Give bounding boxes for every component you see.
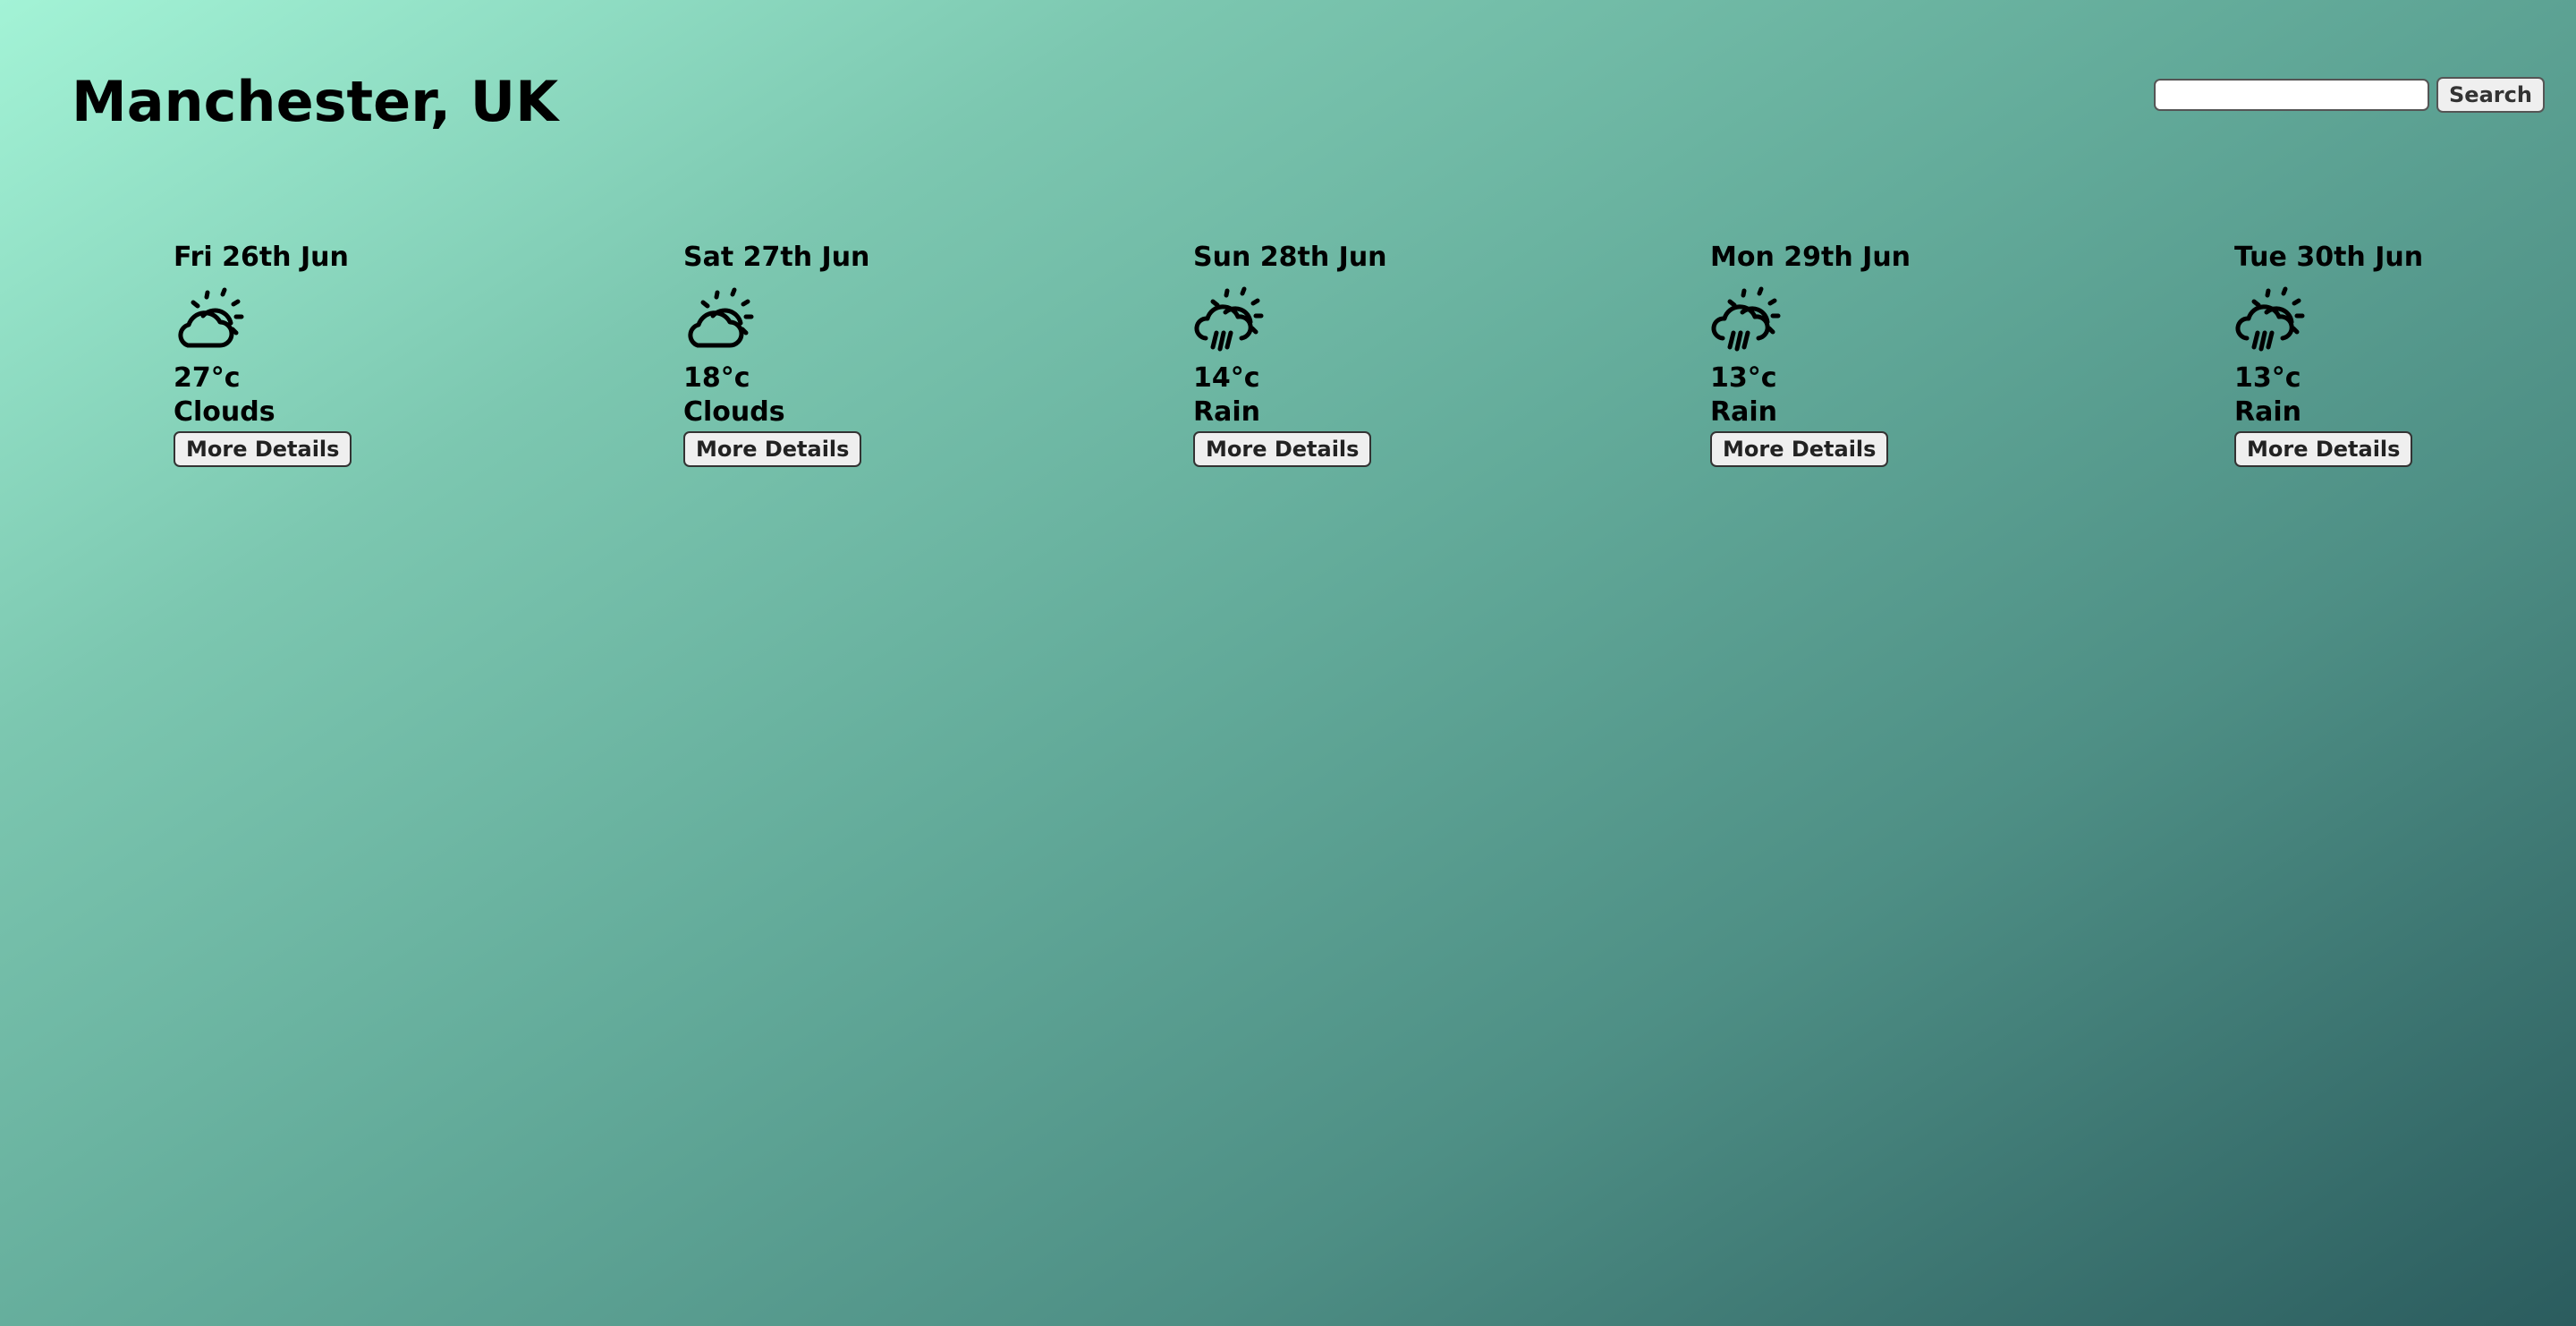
more-details-button[interactable]: More Details bbox=[1710, 431, 1889, 467]
more-details-button[interactable]: More Details bbox=[2234, 431, 2413, 467]
forecast-condition: Rain bbox=[1710, 396, 1777, 428]
forecast-condition: Rain bbox=[2234, 396, 2301, 428]
forecast-day-card: Fri 26th Jun 27°c Clouds More Details bbox=[174, 238, 352, 467]
forecast-condition: Rain bbox=[1193, 396, 1260, 428]
city-title: Manchester, UK bbox=[72, 69, 559, 134]
more-details-button[interactable]: More Details bbox=[1193, 431, 1372, 467]
forecast-date: Sat 27th Jun bbox=[683, 242, 870, 273]
partly-cloudy-icon bbox=[178, 287, 244, 348]
forecast-temperature: 14°c bbox=[1193, 362, 1260, 394]
forecast-temperature: 13°c bbox=[1710, 362, 1777, 394]
more-details-button[interactable]: More Details bbox=[174, 431, 352, 467]
forecast-temperature: 13°c bbox=[2234, 362, 2301, 394]
forecast-day-card: Mon 29th Jun 13°c Rain More Details bbox=[1710, 238, 1911, 467]
forecast-day-card: Sun 28th Jun 14°c Rain More Details bbox=[1193, 238, 1387, 467]
forecast-date: Tue 30th Jun bbox=[2234, 242, 2424, 273]
search-bar: Search bbox=[2154, 77, 2545, 113]
sun-rain-cloud-icon bbox=[1194, 286, 1264, 352]
forecast-temperature: 27°c bbox=[174, 362, 241, 394]
sun-rain-cloud-icon bbox=[1711, 286, 1781, 352]
sun-rain-cloud-icon bbox=[2235, 286, 2305, 352]
forecast-day-card: Tue 30th Jun 13°c Rain More Details bbox=[2234, 238, 2423, 467]
search-input[interactable] bbox=[2154, 79, 2429, 111]
forecast-date: Fri 26th Jun bbox=[174, 242, 349, 273]
forecast-day-card: Sat 27th Jun 18°c Clouds More Details bbox=[683, 238, 869, 467]
search-button[interactable]: Search bbox=[2436, 77, 2545, 113]
more-details-button[interactable]: More Details bbox=[683, 431, 862, 467]
forecast-condition: Clouds bbox=[683, 396, 785, 428]
forecast-condition: Clouds bbox=[174, 396, 275, 428]
partly-cloudy-icon bbox=[688, 287, 754, 348]
forecast-temperature: 18°c bbox=[683, 362, 750, 394]
forecast-date: Sun 28th Jun bbox=[1193, 242, 1387, 273]
forecast-date: Mon 29th Jun bbox=[1710, 242, 1911, 273]
